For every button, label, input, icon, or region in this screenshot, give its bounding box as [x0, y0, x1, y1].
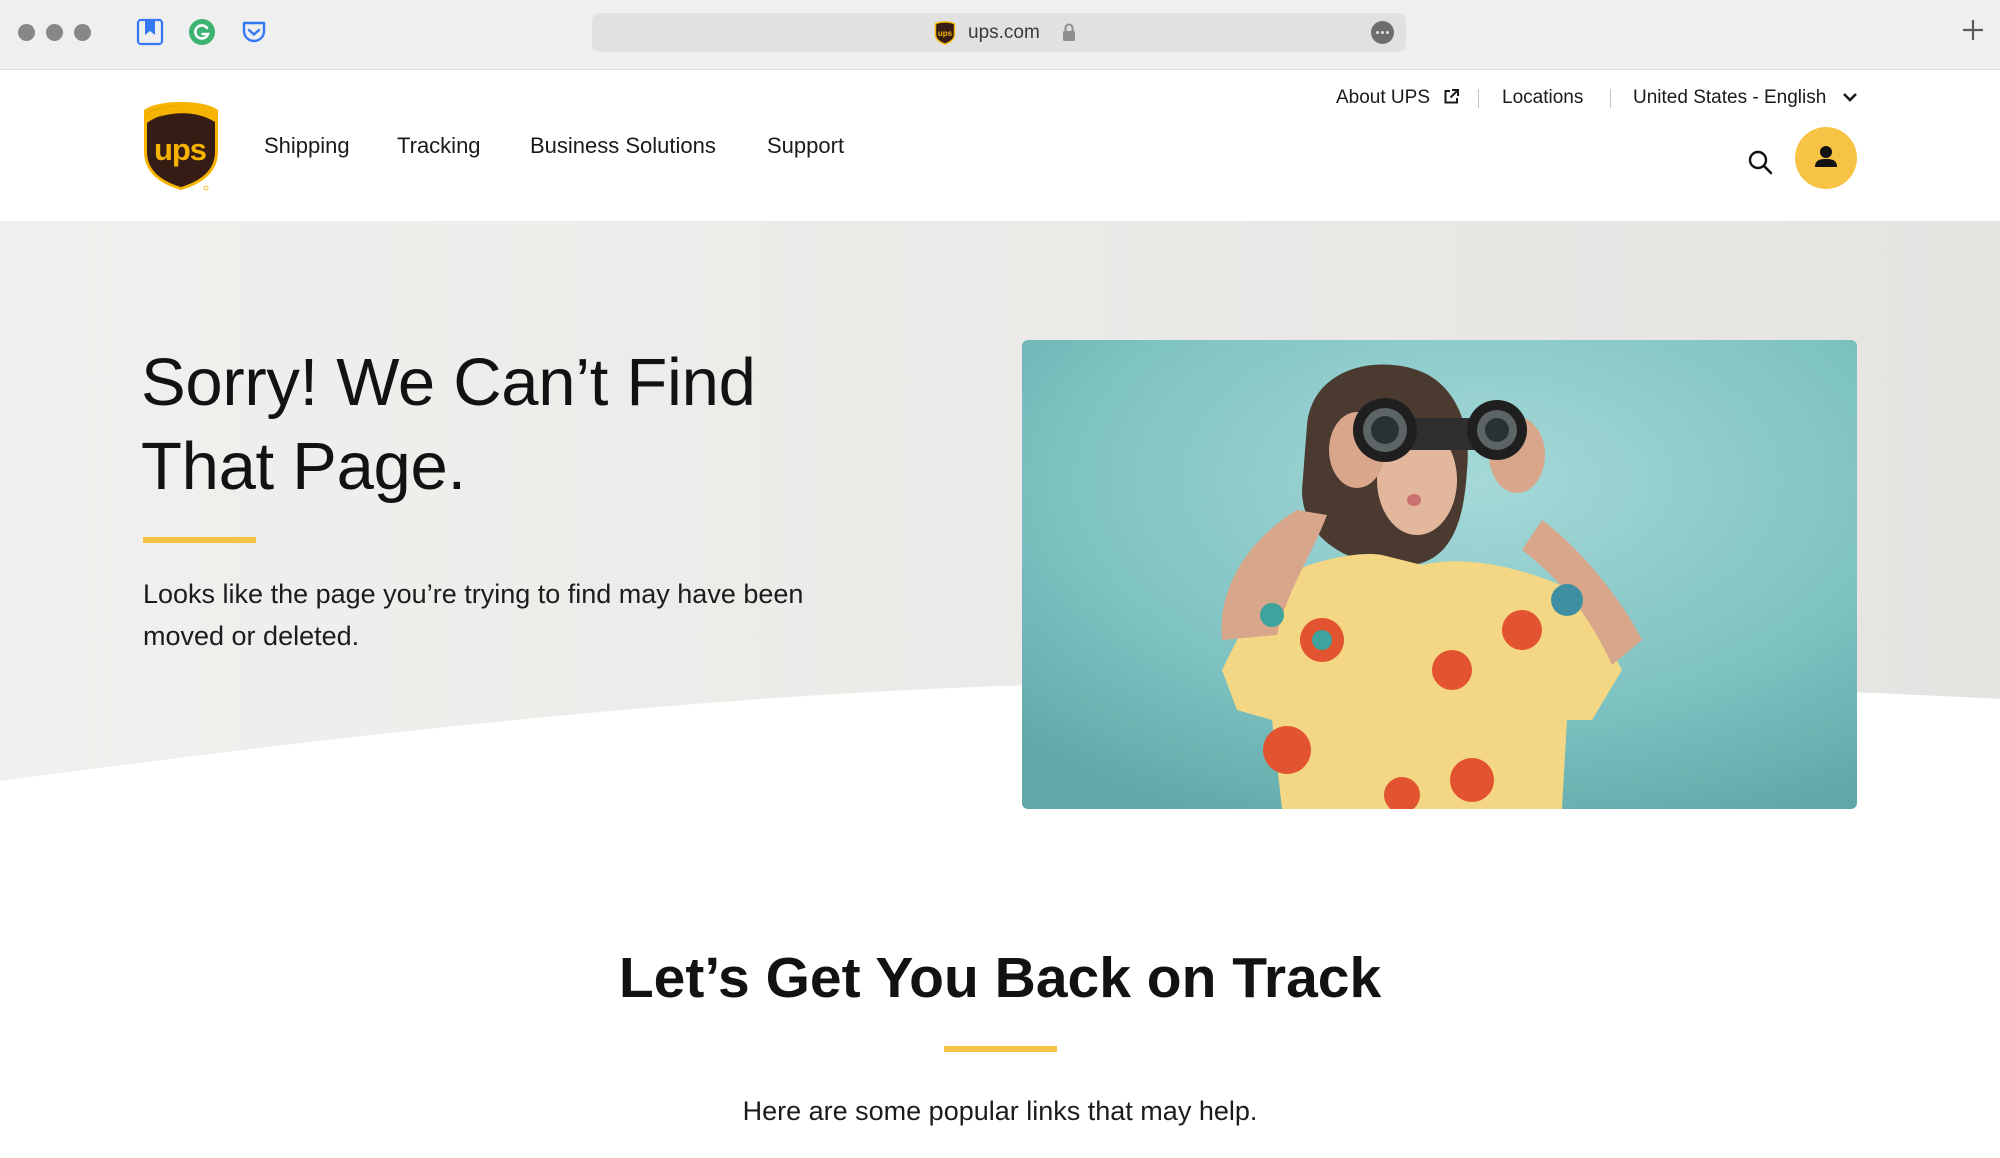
search-icon[interactable]: [1746, 148, 1774, 176]
hero-section: Sorry! We Can’t Find That Page. Looks li…: [0, 221, 2000, 821]
address-bar[interactable]: ups ups.com: [592, 13, 1406, 52]
nav-tracking[interactable]: Tracking: [397, 131, 481, 161]
more-options-icon[interactable]: [1371, 21, 1394, 44]
locale-selector[interactable]: United States - English: [1633, 85, 1858, 111]
chevron-down-icon: [1842, 93, 1857, 102]
site-header: ups Shipping Tracking Business Solutions…: [0, 70, 2000, 221]
description-line-1: Looks like the page you’re trying to fin…: [143, 579, 804, 609]
help-section-subtitle: Here are some popular links that may hel…: [742, 1096, 1258, 1126]
title-line-1: Sorry! We Can’t Find: [141, 345, 756, 420]
window-close-button[interactable]: [18, 24, 35, 41]
svg-text:ups: ups: [938, 29, 953, 38]
locations-link[interactable]: Locations: [1502, 85, 1583, 111]
window-minimize-button[interactable]: [46, 24, 63, 41]
divider: [1610, 89, 1611, 108]
nav-shipping[interactable]: Shipping: [264, 131, 350, 161]
account-button[interactable]: [1795, 127, 1857, 189]
about-ups-link[interactable]: About UPS: [1336, 85, 1460, 111]
ups-favicon-icon: ups: [934, 21, 956, 45]
divider: [1478, 89, 1479, 108]
nav-support[interactable]: Support: [767, 131, 844, 161]
help-section-title: Let’s Get You Back on Track: [618, 946, 1382, 1010]
pocket-extension-icon[interactable]: [240, 18, 268, 46]
binoculars-woman-illustration: [1022, 340, 1857, 809]
browser-toolbar: ups ups.com: [0, 0, 2000, 70]
page-title: Sorry! We Can’t Find That Page.: [141, 341, 901, 509]
nav-business-solutions[interactable]: Business Solutions: [530, 131, 716, 161]
external-link-icon: [1444, 89, 1460, 104]
url-text: ups.com: [968, 22, 1040, 43]
new-tab-icon[interactable]: [1960, 17, 1986, 43]
svg-text:ups: ups: [154, 132, 206, 167]
accent-underline: [143, 537, 256, 543]
error-description: Looks like the page you’re trying to fin…: [143, 573, 863, 657]
user-icon: [1815, 146, 1837, 167]
locale-label: United States - English: [1633, 87, 1827, 108]
window-zoom-button[interactable]: [74, 24, 91, 41]
description-line-2: moved or deleted.: [143, 621, 360, 651]
bookmark-extension-icon[interactable]: [136, 18, 164, 46]
title-line-2: That Page.: [141, 429, 466, 504]
about-ups-label: About UPS: [1336, 87, 1430, 108]
hero-photo: [1022, 340, 1857, 809]
grammarly-extension-icon[interactable]: [188, 18, 216, 46]
lock-icon: [1063, 23, 1075, 41]
ups-logo[interactable]: ups: [142, 100, 220, 192]
accent-underline: [944, 1046, 1057, 1052]
